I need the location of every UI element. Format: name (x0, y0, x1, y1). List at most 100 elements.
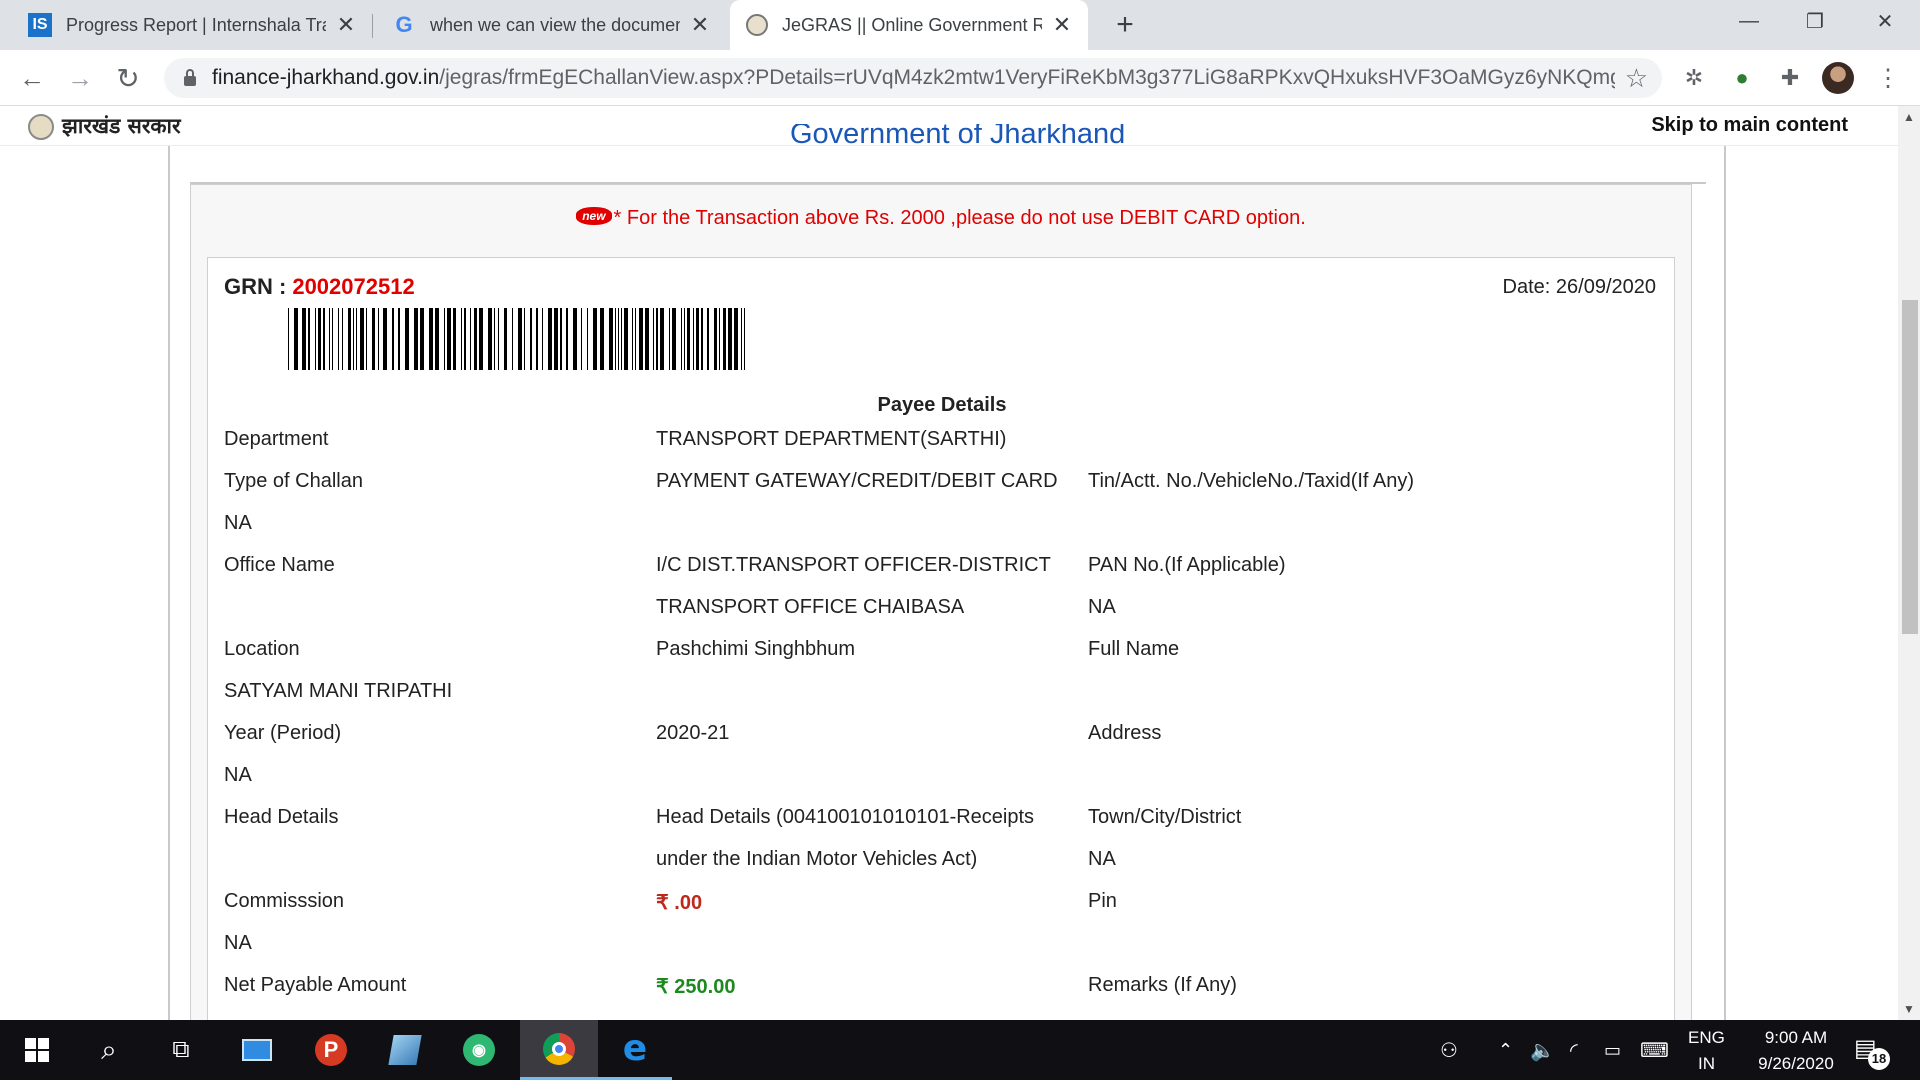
page-viewport: झारखंड सरकार Skip to main content Govern… (0, 106, 1898, 1020)
notebook-shape (388, 1035, 422, 1065)
close-icon[interactable]: ✕ (1050, 12, 1074, 38)
maps-app-icon[interactable]: ◉ (442, 1020, 516, 1080)
tab-jegras[interactable]: JeGRAS || Online Government Re ✕ (730, 0, 1088, 50)
new-tab-button[interactable]: + (1108, 8, 1142, 42)
debit-card-notice: new * For the Transaction above Rs. 2000 … (191, 206, 1691, 230)
notes-app-icon[interactable] (368, 1020, 442, 1080)
windows-taskbar: ⌕ ⧉ P ◉ e ⚇ ⌃ 🔈 ◜ ▭ ⌨ ENG IN 9:00 AM 9/2… (0, 1020, 1920, 1080)
challan-date: Date: 26/09/2020 (1502, 276, 1656, 298)
touch-keyboard-icon[interactable]: ⌨ (1640, 1020, 1669, 1080)
task-view-icon[interactable]: ⧉ (144, 1020, 218, 1080)
globe-extension-icon[interactable]: ● (1726, 62, 1758, 94)
page-heading: Government of Jharkhand (790, 124, 1125, 146)
pocket-app-icon[interactable]: P (294, 1020, 368, 1080)
edge-logo-icon: e (622, 1028, 648, 1069)
page-heading-text: Government of Jharkhand (790, 124, 1126, 146)
url-text[interactable]: finance-jharkhand.gov.in/jegras/frmEgECh… (212, 66, 1615, 90)
clock-time[interactable]: 9:00 AM (1752, 1028, 1840, 1048)
scroll-thumb[interactable] (1902, 300, 1918, 634)
grn-barcode (288, 308, 750, 370)
close-window-button[interactable]: ✕ (1856, 0, 1914, 42)
head-details-label: Head Details (224, 806, 339, 828)
profile-avatar[interactable] (1822, 62, 1854, 94)
more-menu-icon[interactable]: ⋮ (1872, 62, 1904, 94)
pan-value: NA (1088, 596, 1116, 618)
action-center-button[interactable]: ▤ 18 (1854, 1034, 1890, 1070)
commission-label: Commisssion (224, 890, 345, 912)
address-value: NA (224, 764, 252, 786)
location-value: Pashchimi Singhbhum (656, 638, 855, 660)
new-badge: new (576, 206, 612, 225)
volume-icon[interactable]: 🔈 (1530, 1020, 1555, 1080)
google-g-icon: G (395, 12, 413, 37)
grn-label: GRN : (224, 274, 287, 299)
tab-google-search[interactable]: G when we can view the document ✕ (376, 0, 726, 50)
wifi-icon[interactable]: ◜ (1570, 1020, 1578, 1080)
office-name-value-line1: I/C DIST.TRANSPORT OFFICER-DISTRICT (656, 554, 1051, 576)
browser-toolbar: ← → ↻ finance-jharkhand.gov.in/jegras/fr… (0, 50, 1920, 106)
forward-button[interactable]: → (62, 60, 98, 96)
notification-count-badge: 18 (1868, 1048, 1890, 1070)
challan-container: new * For the Transaction above Rs. 2000 … (190, 184, 1692, 1020)
page-scrollbar[interactable]: ▲ ▼ (1898, 106, 1920, 1020)
edge-taskbar-button[interactable]: e (598, 1020, 672, 1080)
pan-label: PAN No.(If Applicable) (1088, 554, 1286, 576)
address-bar[interactable]: finance-jharkhand.gov.in/jegras/frmEgECh… (164, 58, 1662, 98)
close-icon[interactable]: ✕ (688, 12, 712, 38)
search-icon[interactable]: ⌕ (72, 1020, 146, 1080)
jharkhand-emblem-icon (28, 114, 54, 140)
year-period-label: Year (Period) (224, 722, 342, 744)
net-payable-value: ₹ 250.00 (656, 976, 736, 998)
tab-title: Progress Report | Internshala Trai (66, 14, 326, 35)
monitor-shape (242, 1039, 272, 1061)
extensions-puzzle-icon[interactable]: ✚ (1774, 62, 1806, 94)
show-hidden-icons-chevron-icon[interactable]: ⌃ (1498, 1020, 1513, 1080)
lock-icon[interactable] (184, 69, 196, 86)
payee-details-title: Payee Details (877, 394, 1007, 416)
head-details-value-line2: under the Indian Motor Vehicles Act) (656, 848, 978, 870)
battery-icon[interactable]: ▭ (1604, 1020, 1621, 1080)
year-period-value: 2020-21 (656, 722, 730, 744)
chrome-logo-icon (543, 1032, 575, 1065)
people-icon[interactable]: ⚇ (1440, 1020, 1458, 1080)
clock-date[interactable]: 9/26/2020 (1742, 1054, 1850, 1074)
map-pin-icon: ◉ (463, 1034, 495, 1066)
skip-to-main-content-link[interactable]: Skip to main content (1651, 114, 1848, 137)
reload-button[interactable]: ↻ (110, 60, 146, 96)
challan-card: GRN :2002072512 Date: 26/09/2020 Payee D… (207, 257, 1675, 1020)
content-frame-left (168, 146, 170, 1020)
back-button[interactable]: ← (14, 60, 50, 96)
chrome-taskbar-button[interactable] (520, 1020, 598, 1080)
grn-value: 2002072512 (292, 274, 415, 299)
input-region[interactable]: IN (1698, 1054, 1715, 1074)
content-frame-right (1724, 146, 1726, 1020)
tab-progress-report[interactable]: IS Progress Report | Internshala Trai ✕ (0, 0, 372, 50)
tin-label: Tin/Actt. No./VehicleNo./Taxid(If Any) (1088, 470, 1415, 492)
grn-row: GRN :2002072512 (224, 274, 415, 300)
windows-logo-icon (25, 1038, 49, 1062)
bug-extension-icon[interactable]: ✲ (1678, 62, 1710, 94)
input-language[interactable]: ENG (1688, 1028, 1725, 1048)
minimize-button[interactable]: — (1720, 0, 1778, 42)
scroll-up-arrow-icon[interactable]: ▲ (1898, 106, 1920, 128)
scroll-down-arrow-icon[interactable]: ▼ (1898, 998, 1920, 1020)
full-name-value: SATYAM MANI TRIPATHI (224, 680, 453, 702)
bookmark-star-icon[interactable]: ☆ (1625, 63, 1648, 94)
url-host: finance-jharkhand.gov.in (212, 66, 440, 89)
address-label: Address (1088, 722, 1162, 744)
net-payable-label: Net Payable Amount (224, 974, 407, 996)
start-button[interactable] (0, 1020, 74, 1080)
p-logo-icon: P (315, 1034, 347, 1066)
commission-value: ₹ .00 (656, 892, 703, 914)
tab-separator (372, 14, 373, 38)
location-label: Location (224, 638, 300, 660)
chrome-center (552, 1041, 566, 1056)
this-pc-icon[interactable] (220, 1020, 294, 1080)
challan-type-value: PAYMENT GATEWAY/CREDIT/DEBIT CARD (656, 470, 1058, 492)
challan-type-label: Type of Challan (224, 470, 363, 492)
url-path: /jegras/frmEgEChallanView.aspx?PDetails=… (439, 66, 1615, 89)
department-label: Department (224, 428, 329, 450)
restore-button[interactable]: ❐ (1786, 0, 1844, 42)
close-icon[interactable]: ✕ (334, 12, 358, 38)
tab-strip: IS Progress Report | Internshala Trai ✕ … (0, 0, 1920, 50)
